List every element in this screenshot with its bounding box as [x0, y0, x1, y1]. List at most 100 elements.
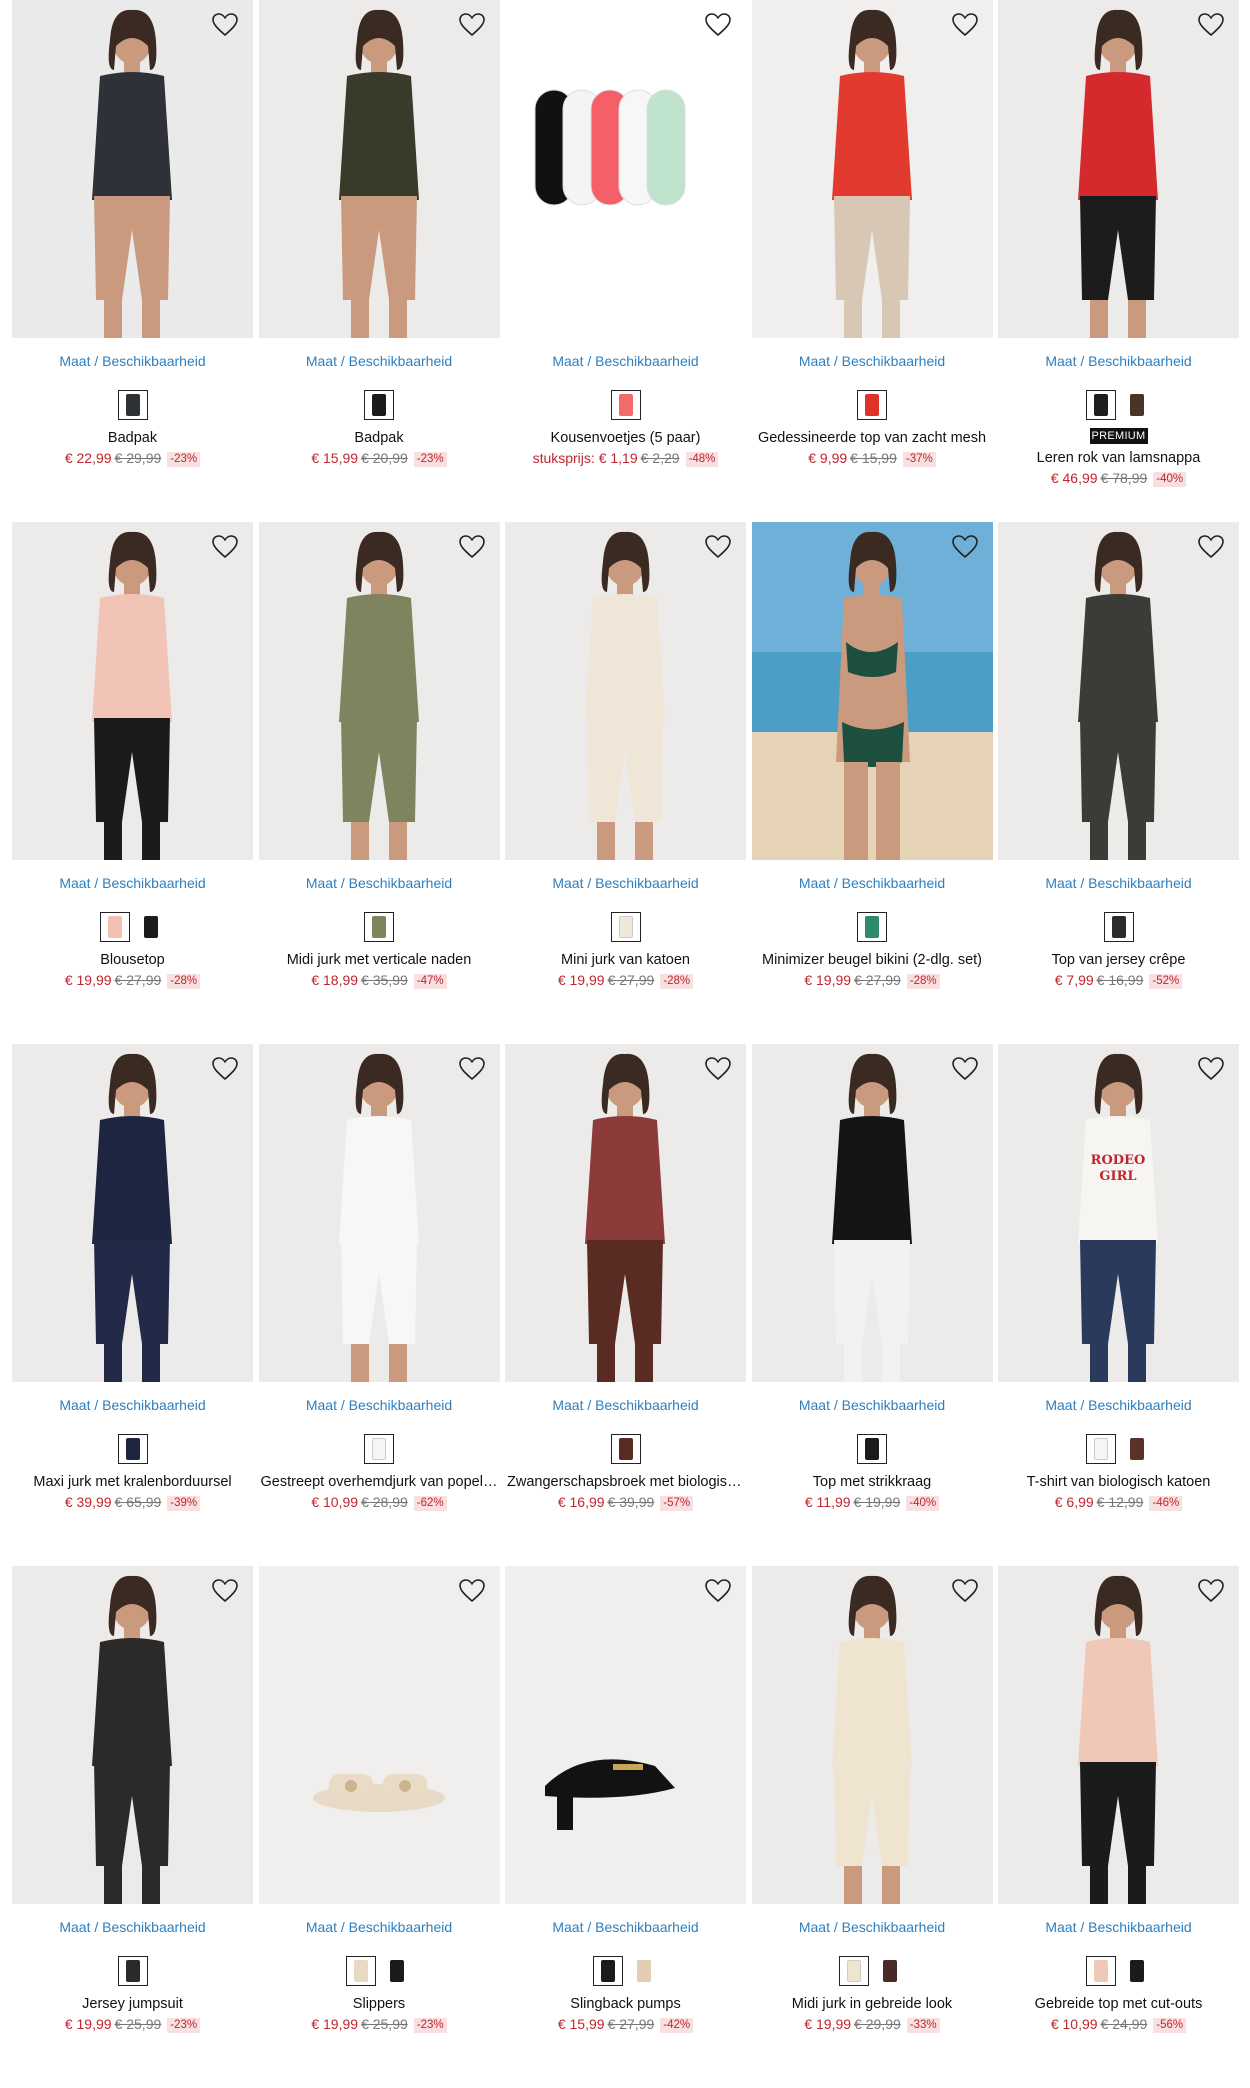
product-name[interactable]: Maxi jurk met kralenborduursel [12, 1474, 253, 1490]
product-name[interactable]: Gebreide top met cut-outs [998, 1996, 1239, 2012]
product-name[interactable]: Top van jersey crêpe [998, 952, 1239, 968]
color-swatch[interactable] [364, 1434, 394, 1464]
size-availability-link[interactable]: Maat / Beschikbaarheid [998, 1396, 1239, 1414]
heart-icon[interactable] [455, 1053, 489, 1085]
size-availability-link[interactable]: Maat / Beschikbaarheid [505, 352, 746, 370]
product-card[interactable]: Maat / Beschikbaarheid Zwangerschapsbroek… [505, 1044, 746, 1566]
product-card[interactable]: Maat / Beschikbaarheid Midi jurk met vert… [258, 522, 500, 1044]
size-availability-link[interactable]: Maat / Beschikbaarheid [505, 874, 746, 892]
product-image[interactable]: RODEO GIRL [998, 1044, 1239, 1382]
product-card[interactable]: Maat / Beschikbaarheid Badpak € 22,99 € 29,… [12, 0, 253, 522]
product-name[interactable]: T-shirt van biologisch katoen [998, 1474, 1239, 1490]
product-name[interactable]: Leren rok van lamsnappa [998, 450, 1239, 466]
heart-icon[interactable] [948, 531, 982, 563]
product-card[interactable]: Maat / Beschikbaarheid Gestreept overhemd… [258, 1044, 500, 1566]
heart-icon[interactable] [701, 9, 735, 41]
color-swatch[interactable] [1121, 390, 1152, 420]
color-swatch[interactable] [1121, 1956, 1152, 1986]
product-image[interactable] [751, 0, 993, 338]
product-card[interactable]: Maat / Beschikbaarheid Gedessineerde top … [751, 0, 993, 522]
heart-icon[interactable] [1194, 1053, 1228, 1085]
heart-icon[interactable] [455, 1575, 489, 1607]
size-availability-link[interactable]: Maat / Beschikbaarheid [12, 1396, 253, 1414]
heart-icon[interactable] [1194, 9, 1228, 41]
color-swatch[interactable] [364, 912, 394, 942]
product-name[interactable]: Minimizer beugel bikini (2-dlg. set) [752, 952, 993, 968]
heart-icon[interactable] [948, 9, 982, 41]
color-swatch[interactable] [1121, 1434, 1152, 1464]
heart-icon[interactable] [948, 1053, 982, 1085]
product-name[interactable]: Gestreept overhemdjurk van popeline [259, 1474, 500, 1490]
color-swatch[interactable] [1085, 390, 1116, 420]
product-card[interactable]: Maat / Beschikbaarheid Blousetop € 19,99 € … [12, 522, 253, 1044]
size-availability-link[interactable]: Maat / Beschikbaarheid [259, 1918, 500, 1936]
color-swatch[interactable] [382, 1956, 412, 1986]
size-availability-link[interactable]: Maat / Beschikbaarheid [259, 1396, 500, 1414]
heart-icon[interactable] [948, 1575, 982, 1607]
product-image[interactable] [12, 0, 253, 338]
heart-icon[interactable] [455, 531, 489, 563]
heart-icon[interactable] [208, 1053, 242, 1085]
product-image[interactable] [751, 1566, 993, 1904]
product-name[interactable]: Jersey jumpsuit [12, 1996, 253, 2012]
product-name[interactable]: Slippers [259, 1996, 500, 2012]
heart-icon[interactable] [208, 1575, 242, 1607]
color-swatch[interactable] [857, 390, 887, 420]
product-image[interactable] [751, 522, 993, 860]
color-swatch[interactable] [839, 1956, 869, 1986]
color-swatch[interactable] [857, 1434, 887, 1464]
color-swatch[interactable] [364, 390, 394, 420]
product-name[interactable]: Gedessineerde top van zacht mesh [752, 430, 993, 446]
size-availability-link[interactable]: Maat / Beschikbaarheid [259, 352, 500, 370]
product-name[interactable]: Blousetop [12, 952, 253, 968]
product-card[interactable]: Maat / Beschikbaarheid Slingback pumps € 1… [505, 1566, 746, 2088]
product-card[interactable]: Maat / Beschikbaarheid Gebreide top met c… [998, 1566, 1239, 2088]
product-name[interactable]: Top met strikkraag [752, 1474, 993, 1490]
product-image[interactable] [258, 0, 500, 338]
size-availability-link[interactable]: Maat / Beschikbaarheid [998, 1918, 1239, 1936]
product-image[interactable] [258, 522, 500, 860]
size-availability-link[interactable]: Maat / Beschikbaarheid [752, 874, 993, 892]
color-swatch[interactable] [592, 1956, 623, 1986]
product-card[interactable]: RODEO GIRL Maat / Beschikbaarheid T-shirt v… [998, 1044, 1239, 1566]
color-swatch[interactable] [1085, 1434, 1116, 1464]
size-availability-link[interactable]: Maat / Beschikbaarheid [752, 352, 993, 370]
product-card[interactable]: Maat / Beschikbaarheid Kousenvoetjes (5 p… [505, 0, 746, 522]
product-image[interactable] [258, 1566, 500, 1904]
product-name[interactable]: Kousenvoetjes (5 paar) [505, 430, 746, 446]
heart-icon[interactable] [208, 9, 242, 41]
color-swatch[interactable] [1103, 912, 1134, 942]
product-image[interactable] [505, 1566, 746, 1904]
product-name[interactable]: Midi jurk in gebreide look [752, 1996, 993, 2012]
heart-icon[interactable] [1194, 531, 1228, 563]
product-name[interactable]: Mini jurk van katoen [505, 952, 746, 968]
product-card[interactable]: Maat / Beschikbaarheid Badpak € 15,99 € 20,… [258, 0, 500, 522]
product-name[interactable]: Midi jurk met verticale naden [259, 952, 500, 968]
product-image[interactable] [258, 1044, 500, 1382]
heart-icon[interactable] [1194, 1575, 1228, 1607]
size-availability-link[interactable]: Maat / Beschikbaarheid [998, 874, 1239, 892]
heart-icon[interactable] [701, 531, 735, 563]
size-availability-link[interactable]: Maat / Beschikbaarheid [752, 1918, 993, 1936]
product-name[interactable]: Zwangerschapsbroek met biologisch katoen [505, 1474, 746, 1490]
product-image[interactable] [505, 1044, 746, 1382]
size-availability-link[interactable]: Maat / Beschikbaarheid [12, 352, 253, 370]
product-card[interactable]: Maat / Beschikbaarheid Mini jurk van kato… [505, 522, 746, 1044]
color-swatch[interactable] [610, 1434, 641, 1464]
product-card[interactable]: Maat / Beschikbaarheid PREMIUM Leren rok v… [998, 0, 1239, 522]
color-swatch[interactable] [857, 912, 887, 942]
product-name[interactable]: Badpak [12, 430, 253, 446]
product-card[interactable]: Maat / Beschikbaarheid Top met strikkraag… [751, 1044, 993, 1566]
product-card[interactable]: Maat / Beschikbaarheid Maxi jurk met kral… [12, 1044, 253, 1566]
product-card[interactable]: Maat / Beschikbaarheid Minimizer beugel b… [751, 522, 993, 1044]
heart-icon[interactable] [208, 531, 242, 563]
product-name[interactable]: Badpak [259, 430, 500, 446]
heart-icon[interactable] [701, 1053, 735, 1085]
product-image[interactable] [505, 522, 746, 860]
color-swatch[interactable] [610, 912, 641, 942]
size-availability-link[interactable]: Maat / Beschikbaarheid [12, 874, 253, 892]
product-card[interactable]: Maat / Beschikbaarheid Midi jurk in gebre… [751, 1566, 993, 2088]
product-card[interactable]: Maat / Beschikbaarheid Top van jersey crê… [998, 522, 1239, 1044]
color-swatch[interactable] [117, 1434, 148, 1464]
product-image[interactable] [12, 1044, 253, 1382]
